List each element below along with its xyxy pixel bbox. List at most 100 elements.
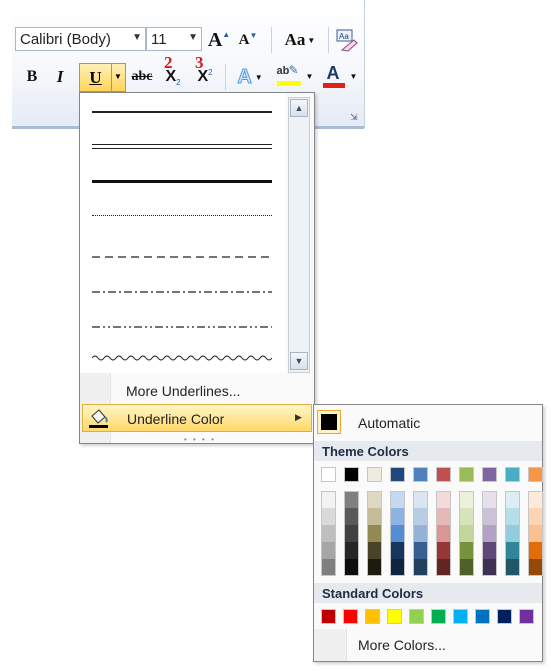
theme-color-shade[interactable] bbox=[436, 491, 451, 508]
standard-color-swatch[interactable] bbox=[453, 609, 468, 624]
theme-color-shade[interactable] bbox=[482, 559, 497, 576]
theme-color-shade[interactable] bbox=[321, 508, 336, 525]
theme-color-shade[interactable] bbox=[436, 525, 451, 542]
theme-color-shade[interactable] bbox=[482, 542, 497, 559]
theme-color-shade[interactable] bbox=[367, 542, 382, 559]
theme-color-shade[interactable] bbox=[505, 491, 520, 508]
theme-color-shade[interactable] bbox=[344, 542, 359, 559]
italic-button[interactable]: I bbox=[50, 65, 70, 89]
theme-color-shade[interactable] bbox=[344, 508, 359, 525]
theme-color-shade[interactable] bbox=[344, 525, 359, 542]
theme-color-shade[interactable] bbox=[505, 525, 520, 542]
font-color-button[interactable]: A ▼ bbox=[320, 62, 360, 90]
theme-color-shade[interactable] bbox=[390, 491, 405, 508]
theme-color-shade[interactable] bbox=[528, 559, 543, 576]
theme-color-shade[interactable] bbox=[528, 542, 543, 559]
theme-color-shade[interactable] bbox=[413, 542, 428, 559]
underline-single[interactable] bbox=[92, 109, 272, 115]
scroll-up-button[interactable]: ▲ bbox=[290, 99, 308, 117]
underline-thick[interactable] bbox=[92, 179, 272, 185]
theme-color-shade[interactable] bbox=[390, 559, 405, 576]
theme-color-swatch[interactable] bbox=[390, 467, 405, 482]
theme-color-swatch[interactable] bbox=[413, 467, 428, 482]
scroll-down-button[interactable]: ▼ bbox=[290, 352, 308, 370]
theme-color-shade[interactable] bbox=[482, 508, 497, 525]
standard-color-swatch[interactable] bbox=[497, 609, 512, 624]
change-case-button[interactable]: Aa ▼ bbox=[280, 28, 320, 52]
underline-dash-dot-dot[interactable] bbox=[92, 317, 272, 328]
font-name-combo[interactable]: Calibri (Body) ▼ bbox=[15, 27, 146, 51]
highlight-button[interactable]: ab ✎ ▼ bbox=[275, 62, 315, 90]
theme-color-shade[interactable] bbox=[367, 559, 382, 576]
theme-color-shade[interactable] bbox=[459, 508, 474, 525]
scrollbar[interactable]: ▲ ▼ bbox=[288, 97, 310, 373]
underline-split-button[interactable]: U ▼ bbox=[79, 63, 126, 92]
theme-color-shade[interactable] bbox=[505, 559, 520, 576]
standard-color-swatch[interactable] bbox=[343, 609, 358, 624]
theme-color-shade[interactable] bbox=[367, 491, 382, 508]
theme-color-shade[interactable] bbox=[321, 525, 336, 542]
chevron-down-icon[interactable]: ▼ bbox=[114, 72, 122, 81]
bold-button[interactable]: B bbox=[22, 65, 42, 89]
standard-color-swatch[interactable] bbox=[387, 609, 402, 624]
resize-gripper-icon[interactable]: • • • • bbox=[184, 435, 216, 444]
theme-color-shade[interactable] bbox=[528, 525, 543, 542]
theme-color-shade[interactable] bbox=[459, 559, 474, 576]
standard-color-swatch[interactable] bbox=[321, 609, 336, 624]
theme-color-swatch[interactable] bbox=[344, 467, 359, 482]
automatic-color-item[interactable]: Automatic bbox=[314, 407, 542, 439]
underline-wavy[interactable] bbox=[91, 350, 273, 361]
standard-color-swatch[interactable] bbox=[475, 609, 490, 624]
theme-color-shade[interactable] bbox=[413, 525, 428, 542]
clear-formatting-button[interactable]: Aa bbox=[333, 27, 359, 53]
theme-color-shade[interactable] bbox=[390, 525, 405, 542]
underline-button[interactable]: U bbox=[80, 64, 112, 91]
dialog-launcher-icon[interactable]: ⇲ bbox=[350, 112, 360, 122]
theme-color-shade[interactable] bbox=[413, 508, 428, 525]
theme-color-shade[interactable] bbox=[436, 542, 451, 559]
theme-color-shade[interactable] bbox=[505, 508, 520, 525]
more-colors-item[interactable]: More Colors... bbox=[314, 631, 542, 659]
chevron-down-icon[interactable]: ▼ bbox=[132, 32, 142, 43]
theme-color-swatch[interactable] bbox=[367, 467, 382, 482]
theme-color-shade[interactable] bbox=[344, 559, 359, 576]
theme-color-shade[interactable] bbox=[321, 559, 336, 576]
underline-dash-dot[interactable] bbox=[92, 282, 272, 293]
standard-color-swatch[interactable] bbox=[431, 609, 446, 624]
theme-color-shade[interactable] bbox=[528, 508, 543, 525]
standard-color-swatch[interactable] bbox=[519, 609, 534, 624]
text-effects-button[interactable]: A ▼ bbox=[232, 64, 268, 90]
strikethrough-button[interactable]: abc bbox=[128, 65, 156, 89]
chevron-down-icon[interactable]: ▼ bbox=[188, 32, 198, 43]
theme-color-swatch[interactable] bbox=[505, 467, 520, 482]
standard-color-swatch[interactable] bbox=[365, 609, 380, 624]
theme-color-shade[interactable] bbox=[528, 491, 543, 508]
theme-color-shade[interactable] bbox=[367, 508, 382, 525]
underline-dotted[interactable] bbox=[92, 213, 272, 219]
theme-color-shade[interactable] bbox=[436, 508, 451, 525]
theme-color-shade[interactable] bbox=[321, 542, 336, 559]
standard-color-swatch[interactable] bbox=[409, 609, 424, 624]
theme-color-swatch[interactable] bbox=[528, 467, 543, 482]
shrink-font-button[interactable]: A ▼ bbox=[236, 28, 260, 52]
theme-color-swatch[interactable] bbox=[459, 467, 474, 482]
theme-color-shade[interactable] bbox=[505, 542, 520, 559]
theme-color-shade[interactable] bbox=[459, 542, 474, 559]
theme-color-shade[interactable] bbox=[459, 491, 474, 508]
underline-color-item[interactable]: Underline Color ▶ bbox=[82, 404, 312, 432]
theme-color-shade[interactable] bbox=[482, 525, 497, 542]
grow-font-button[interactable]: A ▲ bbox=[207, 28, 231, 52]
theme-color-swatch[interactable] bbox=[482, 467, 497, 482]
theme-color-shade[interactable] bbox=[459, 525, 474, 542]
font-size-combo[interactable]: 11 ▼ bbox=[146, 27, 202, 51]
theme-color-shade[interactable] bbox=[413, 559, 428, 576]
underline-double[interactable] bbox=[92, 143, 272, 151]
theme-color-shade[interactable] bbox=[413, 491, 428, 508]
theme-color-shade[interactable] bbox=[344, 491, 359, 508]
theme-color-shade[interactable] bbox=[367, 525, 382, 542]
more-underlines-item[interactable]: More Underlines... bbox=[82, 377, 312, 405]
theme-color-shade[interactable] bbox=[390, 508, 405, 525]
theme-color-shade[interactable] bbox=[321, 491, 336, 508]
theme-color-shade[interactable] bbox=[482, 491, 497, 508]
theme-color-shade[interactable] bbox=[390, 542, 405, 559]
